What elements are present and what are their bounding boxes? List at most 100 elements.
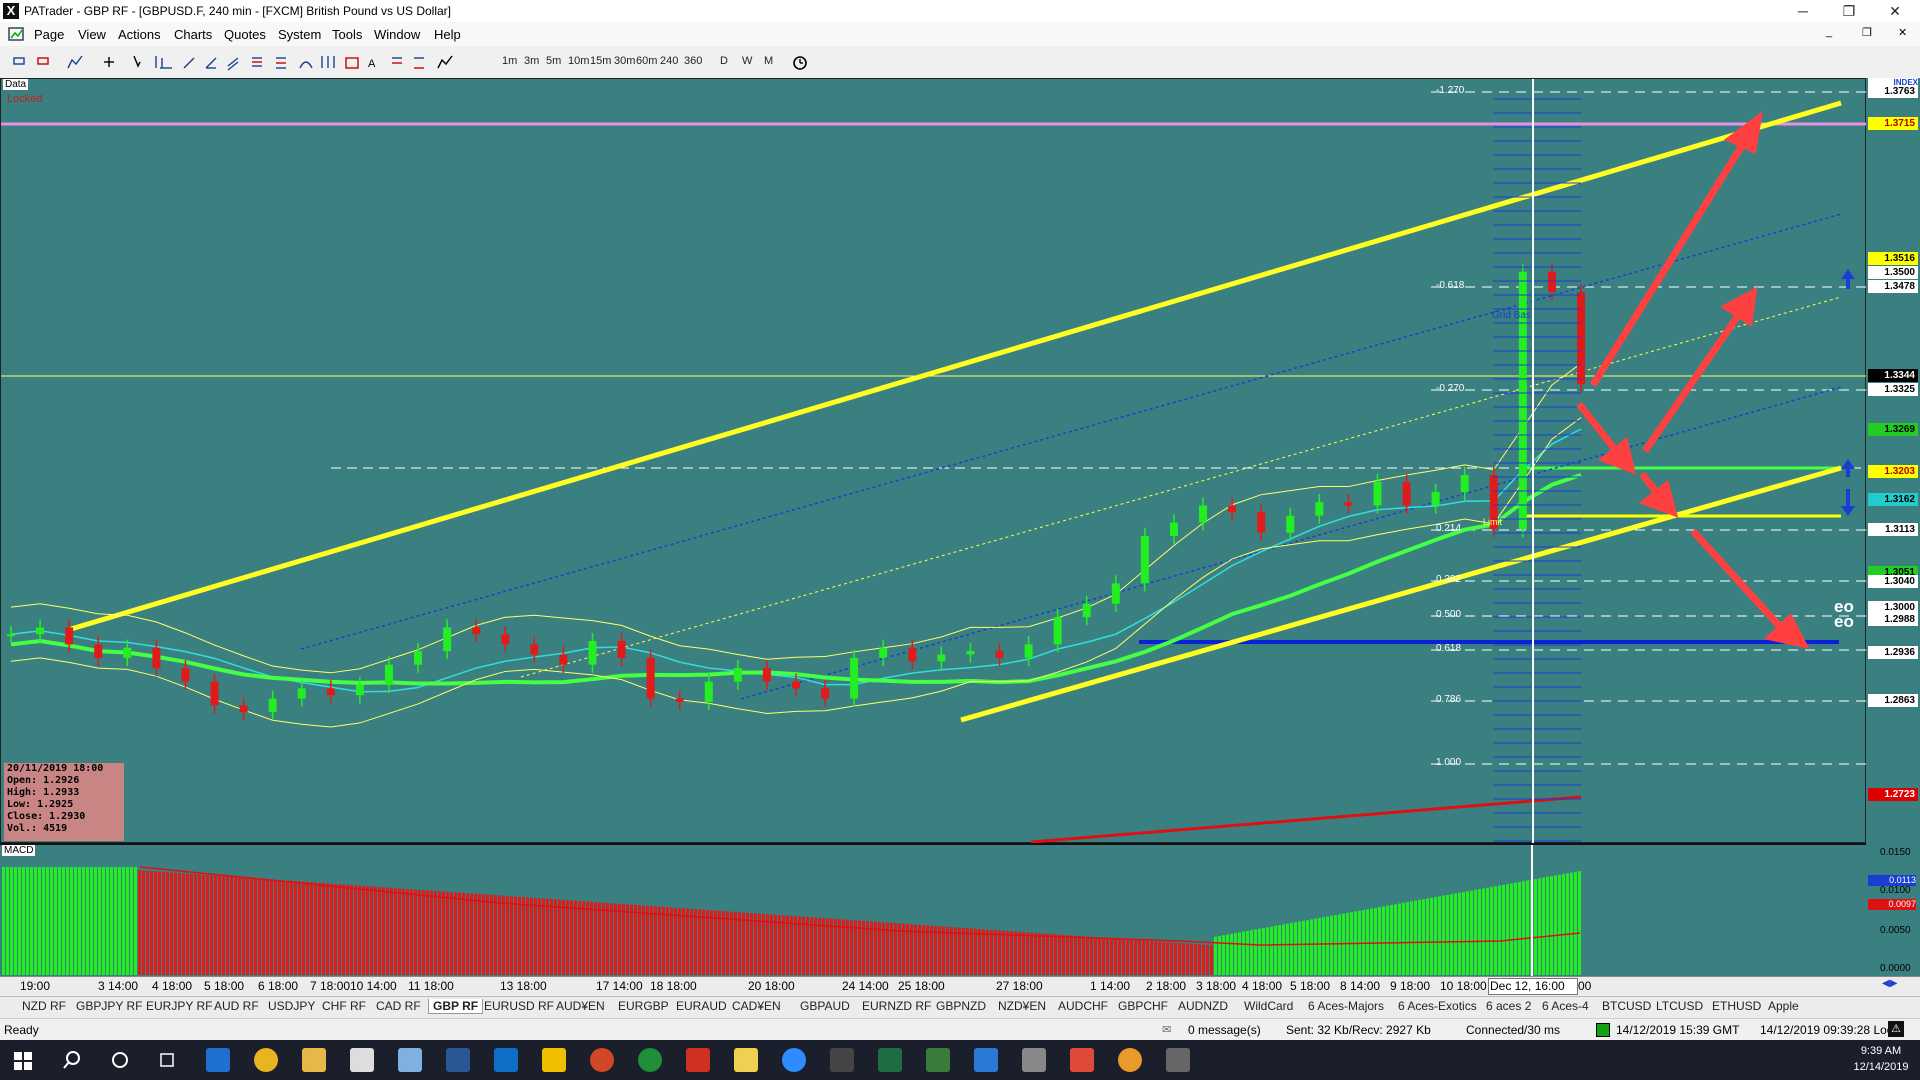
restore-button[interactable]: ❐ [1826, 0, 1872, 22]
chrome-icon[interactable] [254, 1048, 278, 1072]
chart-tab[interactable]: GBPAUD [800, 999, 850, 1013]
chart-tab[interactable]: GBPNZD [936, 999, 986, 1013]
minimize-button[interactable]: ─ [1780, 0, 1826, 22]
taskbar-date[interactable]: 12/14/2019 [1846, 1061, 1916, 1073]
tf-m[interactable]: M [764, 55, 773, 67]
chart-tab[interactable]: AUD¥EN [556, 999, 605, 1013]
tf-1m[interactable]: 1m [502, 55, 517, 67]
window-title: PATrader - GBP RF - [GBPUSD.F, 240 min -… [24, 4, 451, 18]
chart-tab[interactable]: Apple [1768, 999, 1799, 1013]
chart-tab[interactable]: LTCUSD [1656, 999, 1703, 1013]
menu-system[interactable]: System [278, 27, 321, 42]
tf-10m[interactable]: 10m [568, 55, 589, 67]
cortana-icon[interactable] [110, 1050, 130, 1070]
chart-canvas[interactable] [1, 79, 1867, 844]
calculator-icon[interactable] [830, 1048, 854, 1072]
tf-5m[interactable]: 5m [546, 55, 561, 67]
chart-tab[interactable]: GBPCHF [1118, 999, 1168, 1013]
menu-charts[interactable]: Charts [174, 27, 212, 42]
search-icon[interactable] [62, 1050, 82, 1070]
tf-15m[interactable]: 15m [590, 55, 611, 67]
macd-panel[interactable]: MACD [0, 843, 1866, 978]
menu-view[interactable]: View [78, 27, 106, 42]
clock-icon[interactable] [792, 55, 808, 71]
image-icon[interactable] [926, 1048, 950, 1072]
word-icon[interactable] [446, 1048, 470, 1072]
chat-icon[interactable] [1118, 1048, 1142, 1072]
macd-bar [590, 901, 593, 975]
tool-icon[interactable] [1022, 1048, 1046, 1072]
chart-tab[interactable]: EURNZD RF [862, 999, 931, 1013]
menu-actions[interactable]: Actions [118, 27, 161, 42]
tf-360[interactable]: 360 [684, 55, 702, 67]
outlook-icon[interactable] [494, 1048, 518, 1072]
chart-tab[interactable]: GBP RF [428, 999, 484, 1014]
chart-tab[interactable]: AUD RF [214, 999, 259, 1013]
macd-canvas[interactable] [0, 845, 1866, 978]
powerpoint-icon[interactable] [590, 1048, 614, 1072]
excel-icon[interactable] [878, 1048, 902, 1072]
macd-bar [830, 918, 833, 975]
sticky-icon[interactable] [542, 1048, 566, 1072]
mdi-close-icon[interactable]: ✕ [1898, 26, 1907, 39]
chart-tab[interactable]: 6 aces 2 [1486, 999, 1531, 1013]
chart-tab[interactable]: EURGBP [618, 999, 669, 1013]
warning-icon[interactable]: ⚠ [1888, 1021, 1904, 1037]
task-view-icon[interactable] [158, 1050, 178, 1070]
patrader-icon[interactable] [350, 1048, 374, 1072]
chart-tab[interactable]: NZD RF [22, 999, 66, 1013]
mail-app-icon[interactable] [974, 1048, 998, 1072]
price-chart-panel[interactable]: Data Locked Grid Bas Limit eo eo -1.270-… [0, 78, 1867, 844]
menu-window[interactable]: Window [374, 27, 420, 42]
menu-quotes[interactable]: Quotes [224, 27, 266, 42]
status-messages[interactable]: 0 message(s) [1188, 1023, 1261, 1037]
edge-icon[interactable] [206, 1048, 230, 1072]
chart-tab[interactable]: BTCUSD [1602, 999, 1651, 1013]
price-scale[interactable]: INDEX [1866, 78, 1920, 843]
taskbar-time[interactable]: 9:39 AM [1846, 1045, 1916, 1057]
chart-tab[interactable]: 6 Aces-4 [1542, 999, 1589, 1013]
menu-page[interactable]: Page [34, 27, 64, 42]
tf-d[interactable]: D [720, 55, 728, 67]
macd-bar [1458, 892, 1461, 975]
tf-240[interactable]: 240 [660, 55, 678, 67]
chart-tab[interactable]: EURAUD [676, 999, 727, 1013]
ninja-icon[interactable] [638, 1048, 662, 1072]
chart-tab[interactable]: ETHUSD [1712, 999, 1761, 1013]
chart-tab[interactable]: CAD¥EN [732, 999, 781, 1013]
chart-tab[interactable]: USDJPY [268, 999, 315, 1013]
chart-tab[interactable]: WildCard [1244, 999, 1293, 1013]
chart-tab[interactable]: CHF RF [322, 999, 366, 1013]
zoom-icon[interactable] [782, 1048, 806, 1072]
start-icon[interactable] [14, 1052, 32, 1070]
mdi-restore-icon[interactable]: ❐ [1862, 26, 1872, 39]
scroll-arrows-icon[interactable]: ◀▶ [1882, 978, 1897, 989]
explorer-icon[interactable] [302, 1048, 326, 1072]
chart-tab[interactable]: 6 Aces-Majors [1308, 999, 1384, 1013]
snagit-icon[interactable] [1070, 1048, 1094, 1072]
tf-30m[interactable]: 30m [614, 55, 635, 67]
screen-icon[interactable] [1166, 1048, 1190, 1072]
chart-tab[interactable]: GBPJPY RF [76, 999, 142, 1013]
chart-tab[interactable]: AUDNZD [1178, 999, 1228, 1013]
tf-60m[interactable]: 60m [636, 55, 657, 67]
tf-w[interactable]: W [742, 55, 752, 67]
mail-icon[interactable]: ✉ [1162, 1023, 1171, 1036]
page-menu-icon[interactable] [8, 26, 24, 42]
menu-tools[interactable]: Tools [332, 27, 362, 42]
bird-icon[interactable] [686, 1048, 710, 1072]
close-button[interactable]: ✕ [1872, 0, 1918, 22]
mdi-minimize-icon[interactable]: _ [1826, 26, 1832, 38]
chart-tab[interactable]: CAD RF [376, 999, 421, 1013]
chart-tab[interactable]: 6 Aces-Exotics [1398, 999, 1477, 1013]
tf-3m[interactable]: 3m [524, 55, 539, 67]
chart-tab[interactable]: AUDCHF [1058, 999, 1108, 1013]
menu-help[interactable]: Help [434, 27, 461, 42]
data-label[interactable]: Data [3, 79, 29, 90]
chart-tab[interactable]: EURJPY RF [146, 999, 212, 1013]
chart-tab[interactable]: EURUSD RF [484, 999, 554, 1013]
chart-tab[interactable]: NZD¥EN [998, 999, 1046, 1013]
date-axis-label: Dec 12, 16:00 [1490, 979, 1565, 993]
folder-icon[interactable] [734, 1048, 758, 1072]
notes-icon[interactable] [398, 1048, 422, 1072]
